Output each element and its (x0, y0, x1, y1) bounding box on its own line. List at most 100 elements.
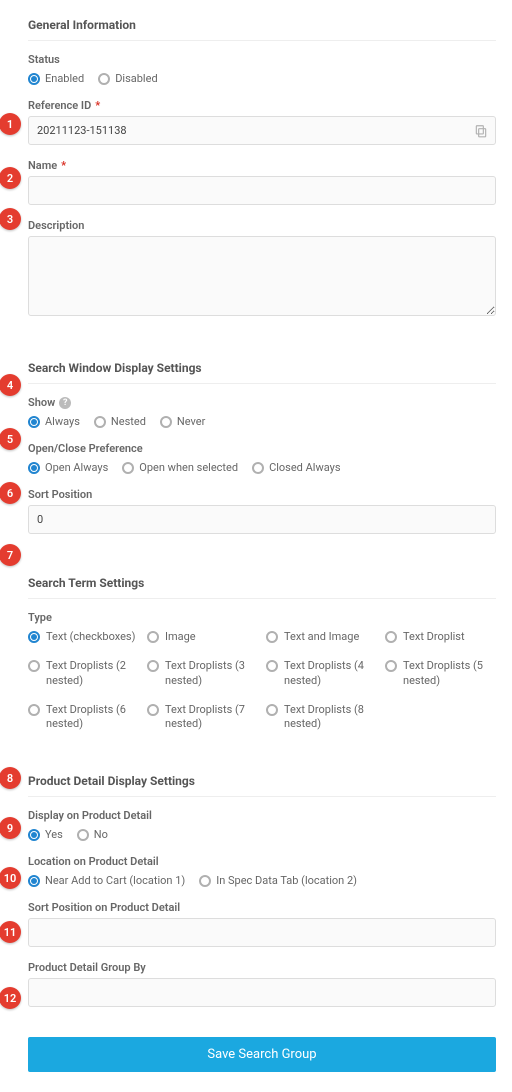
pd-display-yes[interactable]: Yes (28, 828, 63, 841)
sortposition-group: Sort Position (28, 488, 496, 534)
type-group: Type Text (checkboxes) Image Text and Im… (28, 611, 496, 732)
section-title-general: General Information (28, 12, 496, 41)
step-bubble-11: 11 (0, 921, 21, 943)
description-label: Description (28, 219, 496, 232)
reference-group: Reference ID * (28, 99, 496, 145)
radio-empty-icon (147, 704, 159, 716)
show-option-nested[interactable]: Nested (94, 415, 146, 428)
type-label: Type (28, 611, 496, 624)
type-option[interactable]: Text and Image (266, 630, 377, 645)
type-opt-label: Text Droplists (4 nested) (284, 659, 377, 689)
type-opt-label: Text Droplists (8 nested) (284, 703, 377, 733)
type-option[interactable]: Image (147, 630, 258, 645)
type-option[interactable]: Text Droplists (8 nested) (266, 703, 377, 733)
type-opt-label: Text Droplists (3 nested) (165, 659, 258, 689)
save-button[interactable]: Save Search Group (28, 1037, 496, 1072)
show-group: Show ? Always Nested Never (28, 396, 496, 428)
radio-empty-icon (199, 875, 211, 887)
radio-empty-icon (385, 631, 397, 643)
pd-location-opt1[interactable]: Near Add to Cart (location 1) (28, 874, 185, 887)
description-group: Description (28, 219, 496, 319)
name-group: Name * (28, 159, 496, 205)
pd-display-no[interactable]: No (77, 828, 108, 841)
section-title-sts: Search Term Settings (28, 570, 496, 599)
show-label: Show (28, 396, 55, 409)
pd-location-opt-label: Near Add to Cart (location 1) (45, 874, 185, 887)
pd-location-group: Location on Product Detail Near Add to C… (28, 855, 496, 887)
radio-empty-icon (98, 73, 110, 85)
radio-empty-icon (266, 631, 278, 643)
type-opt-label: Text Droplists (6 nested) (46, 703, 139, 733)
show-option-never[interactable]: Never (160, 415, 205, 428)
radio-empty-icon (252, 462, 264, 474)
type-option[interactable]: Text Droplists (4 nested) (266, 659, 377, 689)
reference-label: Reference ID (28, 99, 91, 112)
reference-input[interactable] (28, 116, 496, 145)
openclose-option-openalways[interactable]: Open Always (28, 461, 108, 474)
sortposition-input[interactable] (28, 505, 496, 534)
type-opt-label: Text Droplists (5 nested) (403, 659, 496, 689)
type-opt-label: Image (165, 630, 196, 645)
type-option[interactable]: Text (checkboxes) (28, 630, 139, 645)
step-bubble-4: 4 (0, 374, 21, 396)
type-opt-label: Text and Image (284, 630, 359, 645)
type-option[interactable]: Text Droplists (7 nested) (147, 703, 258, 733)
type-option[interactable]: Text Droplists (5 nested) (385, 659, 496, 689)
status-disabled-option[interactable]: Disabled (98, 72, 157, 85)
step-bubble-3: 3 (0, 208, 21, 230)
radio-empty-icon (266, 704, 278, 716)
pd-groupby-label: Product Detail Group By (28, 961, 496, 974)
radio-checked-icon (28, 631, 40, 643)
radio-empty-icon (94, 416, 106, 428)
type-option[interactable]: Text Droplists (6 nested) (28, 703, 139, 733)
radio-empty-icon (266, 660, 278, 672)
openclose-label: Open/Close Preference (28, 442, 496, 455)
oc-opt-label: Closed Always (269, 461, 340, 474)
radio-checked-icon (28, 829, 40, 841)
show-opt-label: Never (177, 415, 205, 428)
help-icon[interactable]: ? (59, 397, 71, 409)
page-root: { "bubbles": ["1","2","3","4","5","6","7… (0, 0, 512, 1092)
name-label: Name (28, 159, 57, 172)
radio-empty-icon (160, 416, 172, 428)
pd-sort-group: Sort Position on Product Detail (28, 901, 496, 947)
radio-checked-icon (28, 462, 40, 474)
pd-sort-label: Sort Position on Product Detail (28, 901, 496, 914)
type-option[interactable]: Text Droplists (2 nested) (28, 659, 139, 689)
section-title-swds: Search Window Display Settings (28, 355, 496, 384)
status-enabled-label: Enabled (45, 72, 84, 85)
openclose-group: Open/Close Preference Open Always Open w… (28, 442, 496, 474)
pd-location-opt2[interactable]: In Spec Data Tab (location 2) (199, 874, 357, 887)
type-opt-label: Text Droplists (2 nested) (46, 659, 139, 689)
pd-display-label: Display on Product Detail (28, 809, 496, 822)
step-bubble-7: 7 (0, 544, 21, 566)
type-option[interactable]: Text Droplist (385, 630, 496, 645)
openclose-option-openwhenselected[interactable]: Open when selected (122, 461, 238, 474)
step-bubble-5: 5 (0, 428, 21, 450)
pd-groupby-group: Product Detail Group By (28, 961, 496, 1007)
name-input[interactable] (28, 176, 496, 205)
radio-empty-icon (385, 660, 397, 672)
pd-sort-input[interactable] (28, 918, 496, 947)
required-mark: * (95, 99, 100, 112)
openclose-option-closedalways[interactable]: Closed Always (252, 461, 340, 474)
radio-empty-icon (28, 704, 40, 716)
pd-display-opt-label: Yes (45, 828, 63, 841)
show-option-always[interactable]: Always (28, 415, 80, 428)
pd-display-group: Display on Product Detail Yes No (28, 809, 496, 841)
step-bubble-12: 12 (0, 987, 21, 1009)
pd-location-label: Location on Product Detail (28, 855, 496, 868)
radio-empty-icon (147, 631, 159, 643)
type-opt-label: Text Droplists (7 nested) (165, 703, 258, 733)
copy-icon[interactable] (474, 123, 488, 139)
oc-opt-label: Open Always (45, 461, 108, 474)
type-option[interactable]: Text Droplists (3 nested) (147, 659, 258, 689)
pd-groupby-input[interactable] (28, 978, 496, 1007)
show-opt-label: Nested (111, 415, 146, 428)
pd-location-opt-label: In Spec Data Tab (location 2) (216, 874, 357, 887)
step-bubble-1: 1 (0, 113, 21, 135)
sortposition-label: Sort Position (28, 488, 496, 501)
type-opt-label: Text Droplist (403, 630, 465, 645)
status-enabled-option[interactable]: Enabled (28, 72, 84, 85)
description-input[interactable] (28, 236, 496, 316)
